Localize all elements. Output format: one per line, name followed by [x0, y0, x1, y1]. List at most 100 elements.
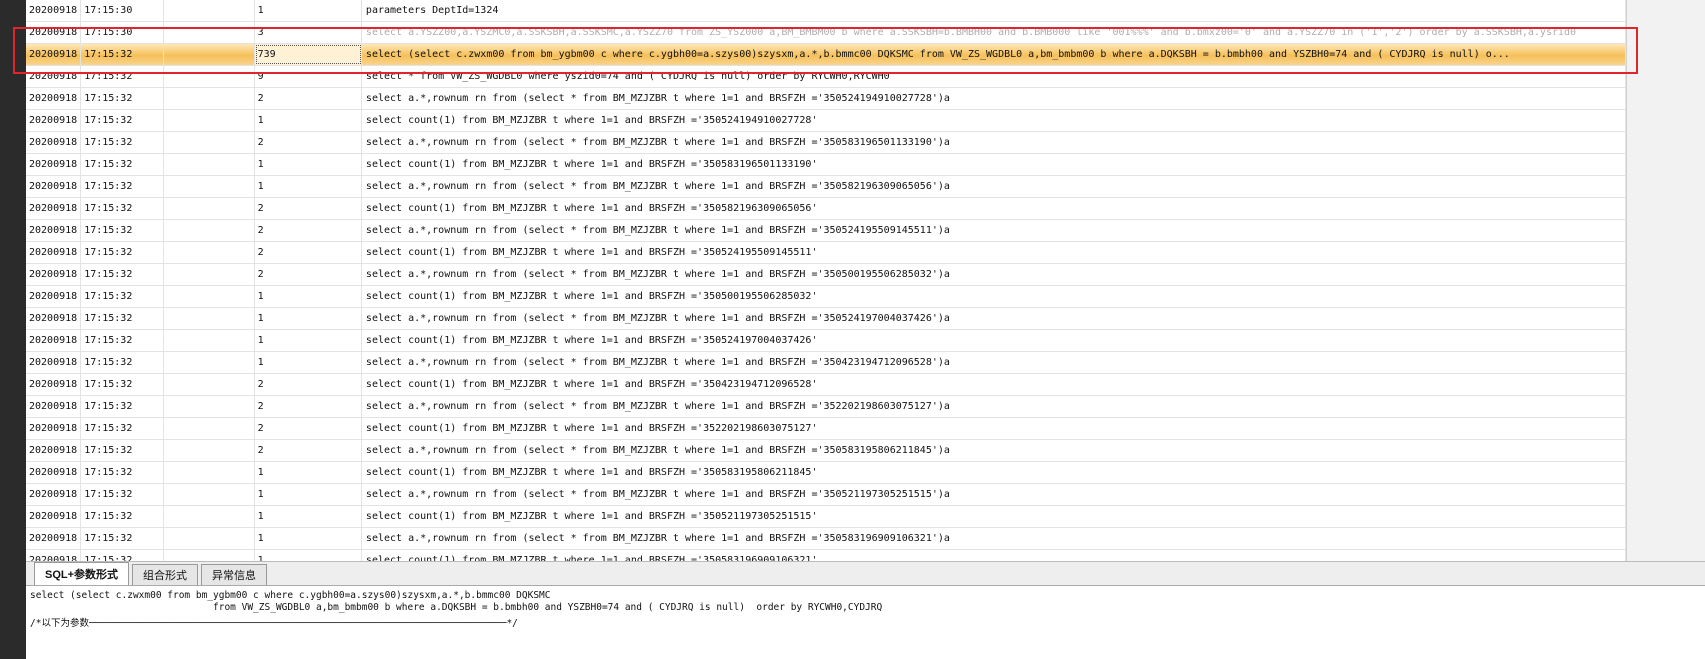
table-row[interactable]: 20200918 17:15:32 1 select a.*,rownum rn fr…: [26, 308, 1626, 330]
row-blank: [164, 352, 255, 373]
row-date: 20200918: [26, 220, 82, 241]
table-row[interactable]: 20200918 17:15:32 2 select a.*,rownum rn fr…: [26, 132, 1626, 154]
row-blank: [164, 44, 255, 65]
left-dark-rail: [0, 0, 26, 659]
row-sql-text: select count(1) from BM_MZJZBR t where 1…: [365, 247, 818, 258]
row-time: 17:15:32: [81, 132, 164, 153]
row-blank: [164, 264, 255, 285]
table-row[interactable]: 20200918 17:15:32 1 select count(1) from BM…: [26, 330, 1626, 352]
table-row[interactable]: 20200918 17:15:32 2 select a.*,rownum rn fr…: [26, 396, 1626, 418]
row-count: 1: [255, 462, 362, 483]
row-date: 20200918: [26, 66, 82, 87]
row-sql: select a.*,rownum rn from (select * from…: [362, 396, 1626, 417]
row-date: 20200918: [26, 440, 82, 461]
row-sql: select * from VW_ZS_WGDBL0 where yszid0=…: [362, 66, 1626, 87]
row-sql-text: select a.*,rownum rn from (select * from…: [365, 357, 950, 368]
table-row[interactable]: 20200918 17:15:30 3 select a.YSZZ00,a.YSZMC…: [26, 22, 1626, 44]
table-row[interactable]: 20200918 17:15:32 2 select a.*,rownum rn fr…: [26, 264, 1626, 286]
row-count: 1: [255, 484, 362, 505]
row-count: 2: [255, 396, 362, 417]
row-sql: select count(1) from BM_MZJZBR t where 1…: [362, 330, 1626, 351]
row-time: 17:15:32: [81, 374, 164, 395]
row-blank: [164, 22, 255, 43]
right-gutter: [1626, 0, 1705, 561]
row-sql-text: select a.*,rownum rn from (select * from…: [365, 269, 950, 280]
row-blank: [164, 462, 255, 483]
row-sql-text: select a.*,rownum rn from (select * from…: [365, 445, 950, 456]
row-sql: select count(1) from BM_MZJZBR t where 1…: [362, 418, 1626, 439]
row-time: 17:15:30: [81, 22, 164, 43]
table-row-selected[interactable]: 20200918 17:15:32 739 select (select c.z…: [26, 44, 1626, 66]
table-row[interactable]: 20200918 17:15:32 1 select a.*,rownum rn fr…: [26, 484, 1626, 506]
row-date: 20200918: [26, 396, 82, 417]
table-row[interactable]: 20200918 17:15:32 1 select a.*,rownum rn fr…: [26, 352, 1626, 374]
table-row[interactable]: 20200918 17:15:32 1 select count(1) from BM…: [26, 286, 1626, 308]
row-count: 2: [255, 374, 362, 395]
row-blank: [164, 286, 255, 307]
row-count: 1: [255, 308, 362, 329]
row-blank: [164, 88, 255, 109]
sql-detail-panel[interactable]: select (select c.zwxm00 from bm_ygbm00 c…: [26, 586, 1705, 659]
table-row[interactable]: 20200918 17:15:32 2 select count(1) from BM…: [26, 418, 1626, 440]
row-time: 17:15:32: [81, 110, 164, 131]
row-sql: select count(1) from BM_MZJZBR t where 1…: [362, 110, 1626, 131]
row-blank: [164, 418, 255, 439]
row-sql-text: select a.*,rownum rn from (select * from…: [365, 489, 950, 500]
row-date: 20200918: [26, 176, 82, 197]
row-sql-text: select a.*,rownum rn from (select * from…: [365, 225, 950, 236]
row-blank: [164, 528, 255, 549]
table-row[interactable]: 20200918 17:15:32 1 select a.*,rownum rn fr…: [26, 176, 1626, 198]
tab-combined[interactable]: 组合形式: [132, 564, 199, 585]
row-count: 1: [255, 528, 362, 549]
row-date: 20200918: [26, 330, 82, 351]
table-row[interactable]: 20200918 17:15:32 1 select count(1) from BM…: [26, 110, 1626, 132]
table-row[interactable]: 20200918 17:15:32 2 select a.*,rownum rn fr…: [26, 220, 1626, 242]
row-blank: [164, 330, 255, 351]
row-date: 20200918: [26, 88, 82, 109]
table-row[interactable]: 20200918 17:15:32 1 select count(1) from BM…: [26, 506, 1626, 528]
table-row[interactable]: 20200918 17:15:32 9 select * from VW_ZS_WGD…: [26, 66, 1626, 88]
row-sql-text: select a.*,rownum rn from (select * from…: [365, 533, 950, 544]
row-sql-text: select count(1) from BM_MZJZBR t where 1…: [365, 159, 818, 170]
table-row[interactable]: 20200918 17:15:32 2 select a.*,rownum rn fr…: [26, 440, 1626, 462]
row-sql: select count(1) from BM_MZJZBR t where 1…: [362, 198, 1626, 219]
row-date: 20200918: [26, 242, 82, 263]
table-row[interactable]: 20200918 17:15:32 1 select count(1) from BM…: [26, 154, 1626, 176]
table-row[interactable]: 20200918 17:15:32 2 select count(1) from BM…: [26, 242, 1626, 264]
row-date: 20200918: [26, 506, 82, 527]
row-count: 1: [255, 176, 362, 197]
row-sql: select a.*,rownum rn from (select * from…: [362, 352, 1626, 373]
row-count: 2: [255, 198, 362, 219]
table-row[interactable]: 20200918 17:15:32 2 select count(1) from BM…: [26, 374, 1626, 396]
row-blank: [164, 484, 255, 505]
row-date: 20200918: [26, 0, 82, 21]
row-time: 17:15:32: [81, 550, 164, 561]
row-time: 17:15:32: [81, 242, 164, 263]
table-row[interactable]: 20200918 17:15:32 1 select count(1) from BM…: [26, 550, 1626, 561]
row-sql: parameters DeptId=1324: [362, 0, 1626, 21]
row-date: 20200918: [26, 374, 82, 395]
row-blank: [164, 110, 255, 131]
row-count[interactable]: 739: [254, 44, 362, 65]
table-row[interactable]: 20200918 17:15:32 1 select count(1) from BM…: [26, 462, 1626, 484]
row-date: 20200918: [26, 352, 82, 373]
row-blank: [164, 176, 255, 197]
row-sql: select count(1) from BM_MZJZBR t where 1…: [362, 462, 1626, 483]
row-sql-text: select count(1) from BM_MZJZBR t where 1…: [365, 467, 818, 478]
table-row[interactable]: 20200918 17:15:30 1 parameters DeptId=1324: [26, 0, 1626, 22]
table-row[interactable]: 20200918 17:15:32 1 select a.*,rownum rn fr…: [26, 528, 1626, 550]
row-count: 2: [255, 220, 362, 241]
row-count: 2: [255, 418, 362, 439]
row-count: 3: [255, 22, 362, 43]
table-row[interactable]: 20200918 17:15:32 2 select count(1) from BM…: [26, 198, 1626, 220]
row-sql-text: select a.*,rownum rn from (select * from…: [365, 93, 950, 104]
row-count: 2: [255, 440, 362, 461]
row-sql: select a.*,rownum rn from (select * from…: [362, 440, 1626, 461]
table-row[interactable]: 20200918 17:15:32 2 select a.*,rownum rn fr…: [26, 88, 1626, 110]
row-sql: select a.*,rownum rn from (select * from…: [362, 528, 1626, 549]
tab-sql-params[interactable]: SQL+参数形式: [34, 562, 130, 585]
detail-tab-bar: SQL+参数形式 组合形式 异常信息: [26, 561, 1705, 586]
sql-log-grid[interactable]: 20200918 17:15:30 1 parameters DeptId=1324 2…: [26, 0, 1626, 561]
row-blank: [164, 154, 255, 175]
tab-exceptions[interactable]: 异常信息: [201, 564, 268, 585]
